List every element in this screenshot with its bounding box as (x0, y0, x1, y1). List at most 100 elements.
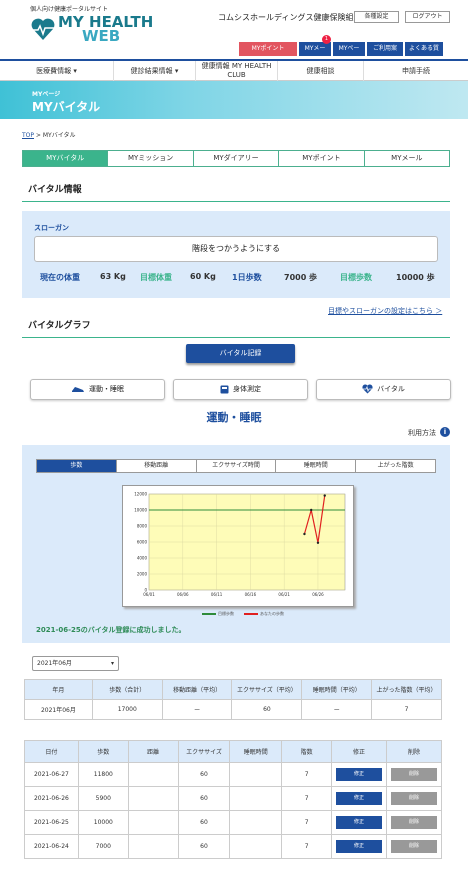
nav-health-club[interactable]: 健康情報 MY HEALTH CLUB (196, 61, 278, 81)
floors-cell: 7 (281, 762, 333, 787)
date-cell: 2021-06-26 (24, 786, 79, 811)
chevron-down-icon: ▾ (71, 66, 77, 75)
current-weight-value: 63 Kg (100, 272, 126, 281)
info-icon[interactable]: i (440, 427, 450, 437)
legend-yours-item: あなたの歩数 (244, 611, 284, 617)
tab-my-points[interactable]: MYポイント (279, 151, 365, 166)
delete-button[interactable]: 削除 (390, 792, 437, 805)
sleep-cell (229, 834, 283, 859)
delete-cell: 削除 (385, 762, 443, 787)
mypage-link[interactable]: MYページ (333, 42, 365, 66)
tab-my-vital[interactable]: MYバイタル (23, 151, 109, 166)
chart-y-tick-label: 6000 (137, 540, 148, 545)
vital-graph-heading: バイタルグラフ (22, 318, 450, 338)
goal-settings-link[interactable]: 目標やスローガンの設定はこちら ＞ (328, 306, 442, 316)
exercise-cell: 60 (177, 834, 231, 859)
summary-header: エクササイズ（平均） (231, 679, 303, 700)
chart-y-tick-label: 10000 (134, 508, 147, 513)
daily-header: 階数 (281, 740, 333, 763)
sleep-cell (229, 762, 283, 787)
summary-header: 睡眠時間（平均） (301, 679, 373, 700)
edit-cell: 修正 (331, 762, 387, 787)
steps-cell: 10000 (77, 810, 129, 835)
howto-link[interactable]: 利用方法 (408, 428, 436, 438)
edit-cell: 修正 (331, 810, 387, 835)
delete-cell: 削除 (385, 810, 443, 835)
logout-button[interactable]: ログアウト (405, 11, 450, 23)
delete-button[interactable]: 削除 (390, 816, 437, 829)
chart-data-point (310, 508, 313, 512)
edit-button[interactable]: 修正 (336, 840, 382, 853)
target-steps-value: 10000 歩 (396, 273, 435, 282)
sleep-cell (229, 810, 283, 835)
exercise-sleep-button[interactable]: 運動・睡眠 (30, 379, 165, 400)
site-header: 個人向け健康ポータルサイト MY HEALTH WEB コムシスホールディングス… (0, 0, 468, 66)
graph-tab-steps[interactable]: 歩数 (37, 460, 117, 472)
current-weight-label: 現在の体重 (40, 273, 80, 282)
nav-medical-costs[interactable]: 医療費情報 ▾ (0, 61, 114, 81)
edit-button[interactable]: 修正 (336, 816, 382, 829)
points-link[interactable]: MYポイント 3564P (239, 42, 297, 66)
chart-y-tick-label: 8000 (137, 524, 148, 529)
daily-steps-label: 1日歩数 (232, 273, 262, 282)
chart-data-point (316, 541, 320, 544)
table-row: 2021-06-24 7000 60 7 修正 削除 (24, 834, 443, 859)
month-select[interactable]: 2021年06月 ▾ (32, 656, 119, 671)
steps-cell: 11800 (77, 762, 129, 787)
guide-link[interactable]: ご利用案内 (367, 42, 403, 66)
nav-health-consult[interactable]: 健康相談 (278, 61, 364, 81)
summary-header: 年月 (24, 679, 93, 700)
date-cell: 2021-06-24 (24, 834, 79, 859)
nav-applications[interactable]: 申請手続 (364, 61, 468, 81)
tab-my-mission[interactable]: MYミッション (108, 151, 194, 166)
org-name: コムシスホールディングス健康保険組合 (218, 13, 362, 22)
settings-button[interactable]: 各種設定 (354, 11, 399, 23)
graph-tab-floors[interactable]: 上がった階数 (356, 460, 435, 472)
nav-checkup-results[interactable]: 健診結果情報 ▾ (114, 61, 196, 81)
mypage-tabs: MYバイタル MYミッション MYダイアリー MYポイント MYメール (22, 150, 450, 167)
body-measure-button[interactable]: 身体測定 (173, 379, 308, 400)
tab-my-mail[interactable]: MYメール (364, 151, 450, 166)
floors-cell: 7 (281, 786, 333, 811)
breadcrumb-separator: > (34, 132, 43, 139)
faq-link[interactable]: よくある質問 (405, 42, 443, 66)
daily-header: 歩数 (77, 740, 129, 763)
summary-cell: 7 (371, 699, 442, 720)
edit-button[interactable]: 修正 (336, 768, 382, 781)
mail-link[interactable]: MYメール 1 (299, 35, 331, 66)
distance-cell (127, 786, 179, 811)
page-title: MYバイタル (32, 100, 101, 114)
steps-chart-svg: 02000400060008000100001200006/01 06/06 06/… (134, 492, 346, 597)
vital-category-button[interactable]: バイタル (316, 379, 451, 400)
site-logo[interactable]: 個人向け健康ポータルサイト MY HEALTH WEB (30, 4, 153, 44)
delete-button[interactable]: 削除 (390, 840, 437, 853)
daily-header: 睡眠時間 (229, 740, 283, 763)
slogan-label: スローガン (34, 224, 69, 232)
daily-steps-value: 7000 歩 (284, 273, 318, 282)
graph-tab-distance[interactable]: 移動距離 (117, 460, 197, 472)
vital-record-button[interactable]: バイタル記録 (186, 344, 295, 363)
breadcrumb-top-link[interactable]: TOP (22, 132, 34, 139)
graph-tab-sleep[interactable]: 睡眠時間 (276, 460, 357, 472)
tab-my-diary[interactable]: MYダイアリー (193, 151, 280, 166)
portal-caption: 個人向け健康ポータルサイト (30, 6, 109, 13)
daily-records-table: 日付 歩数 距離 エクササイズ 睡眠時間 階数 修正 削除 2021-06-27… (24, 740, 443, 859)
chart-data-point (303, 532, 306, 536)
scale-icon (220, 385, 229, 393)
daily-header: エクササイズ (177, 740, 231, 763)
shoe-icon (72, 387, 84, 392)
chevron-down-icon: ▾ (172, 66, 179, 75)
graph-tab-exercise[interactable]: エクササイズ時間 (197, 460, 277, 472)
delete-button[interactable]: 削除 (390, 768, 437, 781)
exercise-cell: 60 (177, 810, 231, 835)
edit-button[interactable]: 修正 (336, 792, 382, 805)
summary-cell: 60 (231, 699, 303, 720)
page-banner: MYページ MYバイタル (0, 81, 468, 119)
steps-cell: 5900 (77, 786, 129, 811)
table-row: 2021-06-27 11800 60 7 修正 削除 (24, 762, 443, 787)
delete-cell: 削除 (385, 834, 443, 859)
month-select-value: 2021年06月 (37, 660, 72, 667)
legend-yours-label: あなたの歩数 (260, 611, 284, 616)
daily-header: 修正 (331, 740, 387, 763)
floors-cell: 7 (281, 810, 333, 835)
